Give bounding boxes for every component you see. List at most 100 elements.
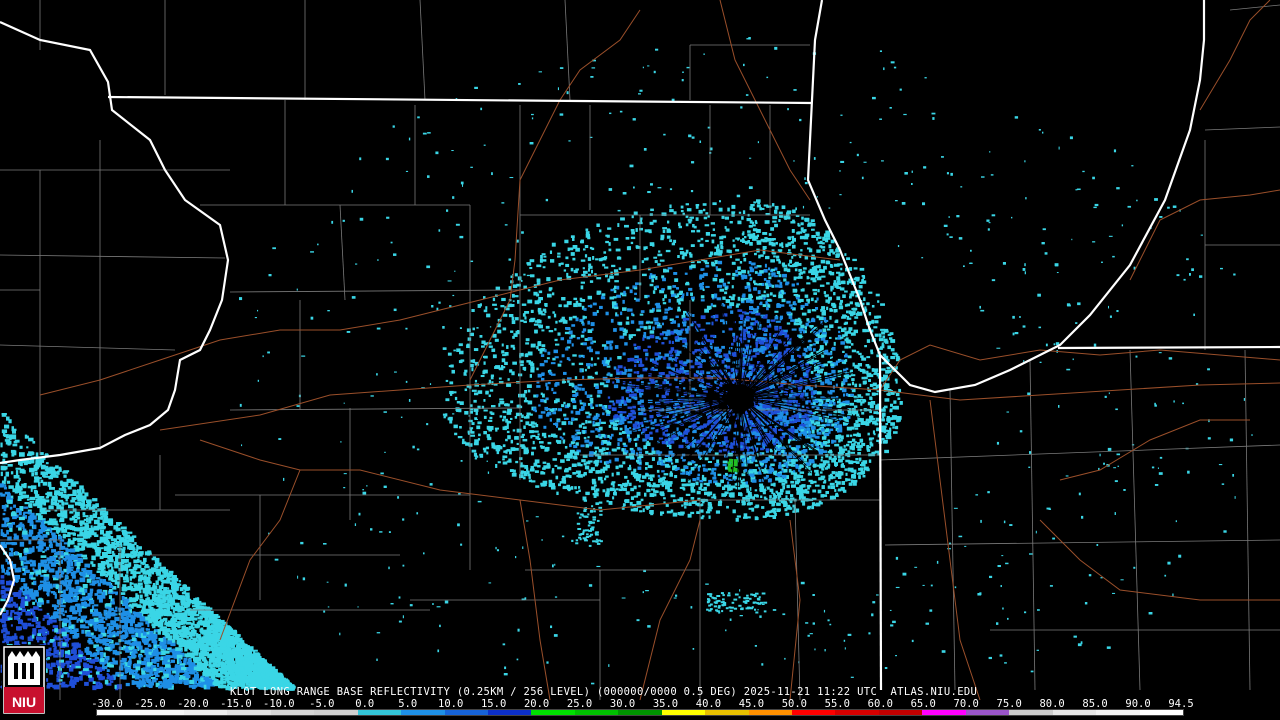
echo-pixel (635, 228, 638, 232)
echo-pixel (538, 414, 543, 419)
echo-pixel (510, 447, 516, 452)
echo-pixel (572, 237, 575, 241)
echo-pixel (784, 423, 787, 427)
echo-pixel (881, 342, 884, 346)
echo-pixel (849, 426, 854, 429)
echo-pixel (554, 356, 559, 359)
echo-pixel (767, 434, 773, 438)
echo-pixel (719, 288, 725, 292)
echo-pixel (636, 500, 642, 505)
echo-pixel (630, 229, 635, 232)
echo-pixel (507, 403, 510, 407)
echo-pixel (681, 504, 684, 507)
echo-pixel (869, 404, 874, 409)
echo-pixel (597, 389, 603, 394)
echo-pixel (630, 417, 634, 421)
echo-pixel (710, 334, 716, 338)
echo-pixel (622, 307, 627, 311)
echo-pixel (510, 400, 514, 404)
echo-pixel (649, 330, 655, 334)
echo-pixel (651, 457, 655, 461)
echo-pixel (821, 436, 827, 440)
echo-pixel (816, 391, 822, 395)
echo-pixel (697, 239, 701, 243)
echo-pixel (557, 452, 561, 455)
echo-pixel (806, 484, 812, 488)
echo-pixel (792, 237, 796, 242)
echo-pixel (707, 461, 713, 464)
echo-pixel (627, 308, 630, 312)
echo-pixel (599, 418, 602, 423)
echo-pixel (605, 234, 608, 237)
echo-pixel (747, 448, 750, 452)
echo-pixel (664, 269, 670, 273)
echo-pixel (551, 242, 556, 247)
echo-pixel (480, 375, 485, 378)
echo-pixel (551, 470, 555, 474)
echo-pixel (709, 503, 713, 508)
echo-pixel (581, 273, 586, 277)
echo-pixel (660, 237, 664, 241)
echo-pixel (610, 422, 615, 425)
echo-pixel (819, 463, 824, 466)
echo-pixel (714, 274, 718, 278)
echo-pixel (639, 451, 643, 454)
echo-pixel (698, 209, 703, 214)
echo-pixel (740, 484, 743, 489)
echo-pixel (551, 387, 554, 392)
echo-pixel (791, 484, 796, 488)
echo-pixel (636, 371, 640, 375)
echo-pixel (839, 359, 845, 362)
echo-pixel (749, 278, 752, 281)
echo-pixel (762, 252, 766, 255)
echo-pixel (788, 469, 792, 473)
echo-pixel (607, 396, 611, 399)
echo-pixel (887, 345, 891, 350)
echo-pixel (761, 337, 766, 340)
echo-pixel (807, 386, 810, 390)
echo-pixel (617, 442, 620, 447)
echo-pixel (608, 459, 612, 464)
echo-pixel (857, 472, 860, 475)
echo-pixel (850, 290, 856, 294)
echo-pixel (803, 329, 806, 334)
echo-pixel (570, 441, 575, 445)
echo-pixel (802, 352, 806, 357)
echo-pixel (499, 398, 504, 401)
echo-pixel (708, 515, 711, 519)
echo-pixel (780, 479, 786, 483)
echo-pixel (803, 242, 808, 245)
echo-pixel (559, 436, 562, 439)
echo-pixel (826, 260, 830, 265)
echo-pixel (826, 441, 829, 444)
echo-pixel (712, 476, 717, 480)
echo-pixel (858, 383, 862, 388)
echo-pixel (723, 484, 729, 488)
echo-pixel (483, 449, 487, 453)
echo-pixel (740, 316, 744, 321)
echo-pixel (714, 314, 719, 319)
echo-pixel (729, 255, 732, 259)
echo-pixel (715, 266, 718, 270)
echo-pixel (668, 298, 671, 303)
echo-pixel (839, 448, 843, 453)
echo-pixel (811, 228, 815, 231)
echo-pixel (555, 422, 559, 426)
echo-pixel (483, 309, 488, 313)
echo-pixel (782, 273, 787, 278)
echo-pixel (571, 343, 574, 347)
echo-pixel (582, 354, 585, 359)
echo-pixel (810, 261, 815, 266)
echo-pixel (538, 324, 543, 329)
echo-pixel (483, 369, 488, 374)
echo-pixel (566, 301, 572, 305)
echo-pixel (850, 451, 856, 454)
echo-pixel (851, 438, 856, 442)
echo-pixel (787, 504, 791, 508)
echo-pixel (678, 225, 682, 229)
echo-pixel (657, 474, 661, 478)
echo-pixel (722, 296, 726, 300)
echo-pixel (771, 203, 775, 207)
echo-pixel (623, 386, 626, 389)
echo-pixel (746, 331, 750, 334)
